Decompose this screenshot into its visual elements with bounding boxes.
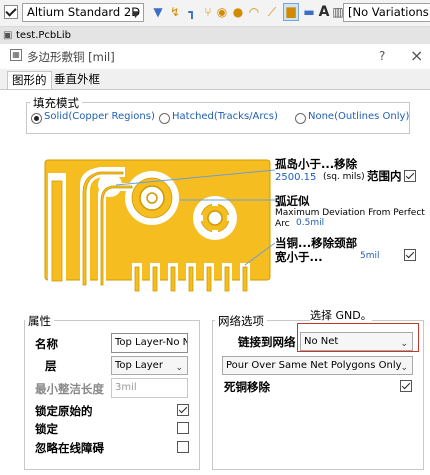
- remove-dead-copper-checkbox[interactable]: [400, 380, 412, 392]
- document-tab[interactable]: ▣ test.PcbLib: [0, 27, 430, 44]
- neck-value[interactable]: 5mil: [360, 251, 380, 261]
- min-length-label: 最小整洁长度: [35, 382, 104, 396]
- pin-4: [188, 266, 194, 292]
- via-hole: [146, 192, 158, 204]
- fill-hatched-label[interactable]: Hatched(Tracks/Arcs): [172, 111, 278, 122]
- island-value[interactable]: 2500.15: [275, 172, 316, 183]
- arc-description: Maximum Deviation From Perfect: [275, 208, 425, 218]
- arc-prefix: Arc: [275, 219, 290, 229]
- line-icon[interactable]: ⟋: [265, 5, 279, 20]
- lock-primitives-label: 锁定原始的: [35, 404, 93, 418]
- fill-hatched-radio[interactable]: [159, 113, 170, 124]
- name-input[interactable]: Top Layer-No Net: [111, 333, 188, 353]
- lock-primitives-checkbox[interactable]: [177, 404, 189, 416]
- annotation-note: 选择 GND。: [310, 307, 372, 323]
- pin-5: [206, 266, 212, 292]
- text-icon[interactable]: A: [317, 5, 331, 20]
- interactive-route-icon[interactable]: ┓: [185, 5, 199, 20]
- route-icon[interactable]: ↯: [168, 5, 182, 20]
- help-button[interactable]: ?: [379, 49, 385, 63]
- via-icon[interactable]: ⑂: [201, 5, 215, 20]
- locked-checkbox[interactable]: [177, 422, 189, 434]
- island-title: 孤岛小于...移除: [275, 157, 358, 171]
- fill-solid-radio[interactable]: [31, 113, 42, 124]
- region-icon[interactable]: ▬: [302, 5, 316, 20]
- fill-none-radio[interactable]: [295, 113, 306, 124]
- layer-select-value: Top Layer: [115, 360, 163, 371]
- layer-select[interactable]: Top Layer ⌄: [111, 356, 188, 375]
- fill-solid-label[interactable]: Solid(Copper Regions): [44, 111, 155, 122]
- arc-icon[interactable]: ◠: [247, 5, 261, 20]
- dialog-app-icon: ▦: [10, 49, 22, 61]
- copper-strip-left: [51, 180, 63, 282]
- dialog-title: 多边形敷铜 [mil]: [27, 50, 115, 64]
- pin-2: [152, 266, 158, 292]
- island-scope-label: 范围内: [367, 169, 402, 183]
- island-unit: (sq. mils): [323, 172, 365, 182]
- dialog-titlebar: ▦ 多边形敷铜 [mil] ? ×: [0, 44, 430, 70]
- thermal-spoke-right: [227, 215, 231, 221]
- main-toolbar: Altium Standard 2D ▼ ▼ ↯ ┓ ⑂ ◉ ● ◠ ⟋ ▆ ▬…: [0, 0, 430, 27]
- pour-over-value: Pour Over Same Net Polygons Only: [226, 360, 402, 371]
- variations-select[interactable]: [No Variations]: [343, 3, 430, 22]
- view-config-value: Altium Standard 2D: [27, 5, 141, 19]
- net-options-legend: 网络选项: [215, 313, 267, 329]
- view-config-select[interactable]: Altium Standard 2D ▼: [22, 3, 144, 22]
- chevron-down-icon: ⌄: [400, 363, 408, 373]
- chevron-down-icon: ▼: [132, 10, 139, 20]
- pin-1: [134, 266, 140, 292]
- remove-dead-copper-label: 死铜移除: [224, 380, 270, 394]
- name-label: 名称: [35, 337, 58, 351]
- pad-hole: [207, 210, 223, 226]
- close-button[interactable]: ×: [410, 46, 423, 65]
- toolbar-toggle-checkbox[interactable]: [4, 5, 18, 19]
- thermal-spoke-left: [199, 215, 203, 221]
- chevron-down-icon: ⌄: [175, 363, 183, 373]
- neck-title-2: 宽小于...: [275, 250, 323, 264]
- tab-outline-vertices[interactable]: 垂直外框: [50, 71, 104, 88]
- connect-net-label: 链接到网络: [238, 335, 296, 349]
- layer-label: 层: [45, 359, 57, 373]
- pad-icon[interactable]: ◉: [215, 5, 229, 20]
- properties-legend: 属性: [25, 313, 54, 329]
- pin-3: [170, 266, 176, 292]
- document-tab-label: test.PcbLib: [16, 30, 71, 41]
- fill-none-label[interactable]: None(Outlines Only): [308, 111, 409, 122]
- polygon-preview-graphic: [44, 159, 276, 295]
- variations-value: [No Variations]: [348, 5, 430, 19]
- polygon-pour-icon[interactable]: ▆: [283, 3, 299, 21]
- fill-mode-legend: 填充模式: [30, 95, 82, 111]
- document-icon: ▣: [3, 30, 13, 41]
- thermal-spoke-top: [212, 202, 218, 206]
- component-icon[interactable]: ●: [231, 5, 245, 20]
- ignore-obstacles-checkbox[interactable]: [177, 441, 189, 453]
- neck-remove-checkbox[interactable]: [404, 249, 416, 261]
- pin-7: [242, 266, 248, 292]
- ignore-obstacles-label: 忽略在线障碍: [35, 441, 104, 455]
- pour-over-select[interactable]: Pour Over Same Net Polygons Only ⌄: [222, 356, 413, 375]
- island-remove-checkbox[interactable]: [404, 170, 416, 182]
- arc-title: 弧近似: [275, 194, 310, 208]
- pin-6: [224, 266, 230, 292]
- tab-graphical[interactable]: 图形的: [7, 71, 52, 89]
- annotation-highlight-box: [297, 323, 419, 352]
- locked-label: 锁定: [35, 422, 58, 436]
- dialog-tabs: 图形的 垂直外框: [0, 69, 430, 89]
- thermal-spoke-bottom: [212, 230, 218, 234]
- filter-icon[interactable]: ▼: [151, 5, 165, 20]
- min-length-input[interactable]: 3mil: [111, 378, 188, 398]
- arc-value[interactable]: 0.5mil: [296, 218, 324, 228]
